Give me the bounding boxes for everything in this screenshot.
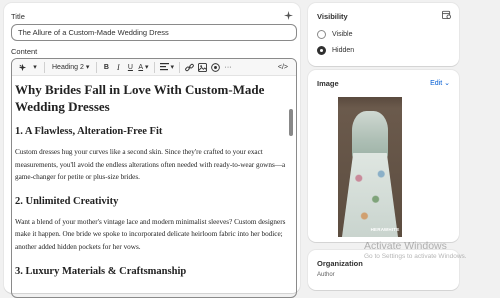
activate-windows-watermark: Activate Windows Go to Settings to activ… [364,240,467,261]
heading-select[interactable]: Heading 2 ▾ [48,61,93,74]
watermark-line2: Go to Settings to activate Windows. [364,253,467,260]
image-icon[interactable] [196,61,209,74]
image-edit-button[interactable]: Edit ⌄ [430,79,450,87]
toolbar-divider [96,61,98,73]
visibility-option-hidden[interactable]: Hidden [317,46,354,55]
editor-scrollbar[interactable] [289,109,293,136]
code-view-button[interactable]: </> [276,61,290,74]
title-input[interactable]: The Allure of a Custom-Made Wedding Dres… [11,24,297,41]
product-editor-card: Title The Allure of a Custom-Made Weddin… [4,3,300,298]
visibility-visible-label: Visible [332,31,353,38]
toolbar-divider [153,61,155,73]
content-label: Content [11,47,38,56]
visibility-option-visible[interactable]: Visible [317,30,353,39]
align-left-icon[interactable]: ▾ [158,61,176,74]
image-edit-label: Edit [430,80,443,87]
visibility-hidden-label: Hidden [332,47,355,54]
section-text-2: Want a blend of your mother's vintage la… [15,217,286,251]
radio-visible[interactable] [317,30,326,39]
chevron-down-icon[interactable]: ▾ [29,61,41,74]
featured-image[interactable]: HERAWHITE [338,97,402,237]
sparkle-icon[interactable] [284,11,293,22]
editor-content[interactable]: Why Brides Fall in Love With Custom-Made… [15,81,287,286]
text-color-label: A [138,63,144,71]
section-heading-3: 3. Luxury Materials & Craftsmanship [15,265,187,277]
chevron-down-icon: ⌄ [444,80,450,87]
brand-watermark: HERAWHITE [370,227,400,232]
editor-toolbar: ▾ Heading 2 ▾ B I U A ▾ ▾ ··· </> [12,59,296,76]
italic-button[interactable]: I [112,61,124,74]
section-heading-2: 2. Unlimited Creativity [15,195,119,207]
image-title: Image [317,79,339,88]
toolbar-divider [44,61,45,73]
dress-skirt [342,153,398,237]
calendar-icon[interactable] [442,10,451,21]
section-heading-1: 1. A Flawless, Alteration-Free Fit [15,126,163,137]
heading-select-label: Heading 2 [52,63,84,71]
organization-author-label: Author [317,272,335,278]
more-icon[interactable]: ··· [222,61,234,74]
insert-icon[interactable] [209,61,222,74]
dress-bodice [352,111,388,159]
organization-title: Organization [317,259,363,268]
radio-hidden[interactable] [317,46,326,55]
article-heading: Why Brides Fall in Love With Custom-Made… [15,82,265,114]
section-text-1: Custom dresses hug your curves like a se… [15,148,286,182]
underline-button[interactable]: U [124,61,136,74]
bold-button[interactable]: B [100,61,112,74]
image-card: Image Edit ⌄ HERAWHITE [308,70,459,242]
toolbar-divider [179,61,180,73]
visibility-title: Visibility [317,12,348,21]
watermark-line1: Activate Windows [364,240,447,252]
title-label: Title [11,12,25,21]
visibility-card: Visibility Visible Hidden [308,3,459,66]
text-color-button[interactable]: A ▾ [136,61,150,74]
ai-sparkle-icon[interactable] [16,61,29,74]
link-icon[interactable] [183,61,196,74]
rich-text-editor[interactable]: ▾ Heading 2 ▾ B I U A ▾ ▾ ··· </> Why Br… [11,58,297,298]
